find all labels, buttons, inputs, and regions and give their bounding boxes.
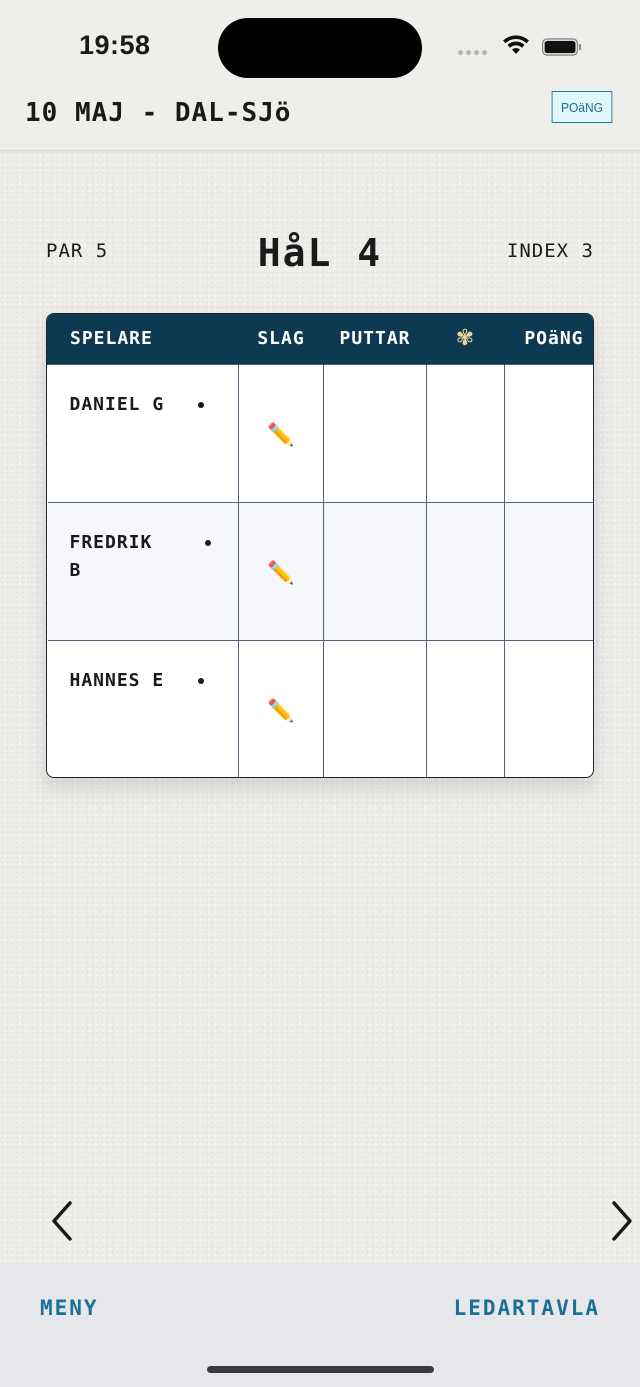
- score-table: SPELARE SLAG PUTTAR ✾ POäNG DANIEL G ✏️: [46, 313, 594, 778]
- strokes-cell[interactable]: ✏️: [238, 501, 324, 641]
- player-name: DANIEL G: [69, 393, 165, 415]
- bottom-bar: MENY LEDARTAVLA: [0, 1263, 640, 1387]
- column-header-putts: PUTTAR: [323, 314, 427, 364]
- app-header: 10 MAJ - DAL-SJö POäNG: [0, 90, 640, 151]
- points-cell: [504, 639, 593, 777]
- player-name: HANNES E: [69, 669, 165, 691]
- column-header-special: ✾: [426, 314, 505, 364]
- status-time: 19:58: [79, 30, 151, 60]
- table-row: FREDRIK B ✏️: [47, 501, 593, 641]
- pencil-icon[interactable]: ✏️: [267, 699, 294, 724]
- special-cell[interactable]: [426, 639, 505, 777]
- putts-cell[interactable]: [323, 639, 427, 777]
- pencil-icon[interactable]: ✏️: [267, 561, 294, 586]
- strokes-cell[interactable]: ✏️: [238, 363, 324, 503]
- round-title: 10 MAJ - DAL-SJö: [25, 98, 292, 128]
- special-cell[interactable]: [426, 363, 505, 503]
- player-status-dot: [204, 539, 211, 546]
- column-header-strokes: SLAG: [238, 314, 324, 364]
- putts-cell[interactable]: [323, 363, 427, 503]
- battery-icon: [542, 38, 582, 56]
- leaderboard-button[interactable]: LEDARTAVLA: [454, 1296, 600, 1320]
- previous-hole-arrow-icon[interactable]: [48, 1198, 78, 1244]
- cellular-signal-icon: [458, 50, 487, 55]
- status-bar: 19:58: [0, 0, 640, 90]
- menu-button[interactable]: MENY: [40, 1296, 99, 1320]
- player-status-dot: [197, 401, 204, 408]
- strokes-cell[interactable]: ✏️: [238, 639, 324, 777]
- column-header-points: POäNG: [504, 314, 593, 364]
- flower-icon: ✾: [455, 326, 476, 352]
- points-button[interactable]: POäNG: [551, 91, 613, 123]
- table-header-row: SPELARE SLAG PUTTAR ✾ POäNG: [47, 314, 593, 364]
- pencil-icon[interactable]: ✏️: [267, 423, 294, 448]
- player-cell[interactable]: HANNES E: [47, 639, 239, 777]
- points-cell: [504, 501, 593, 641]
- wifi-icon: [503, 35, 529, 54]
- hole-index: INDEX 3: [506, 240, 594, 262]
- points-cell: [504, 363, 593, 503]
- table-row: HANNES E ✏️: [47, 639, 593, 777]
- column-header-player: SPELARE: [47, 314, 239, 364]
- table-row: DANIEL G ✏️: [47, 363, 593, 503]
- next-hole-arrow-icon[interactable]: [606, 1198, 636, 1244]
- player-status-dot: [197, 677, 204, 684]
- putts-cell[interactable]: [323, 501, 427, 641]
- dynamic-island: [218, 18, 422, 78]
- special-cell[interactable]: [426, 501, 505, 641]
- player-name: FREDRIK B: [69, 531, 153, 581]
- home-indicator: [207, 1366, 434, 1373]
- player-cell[interactable]: FREDRIK B: [47, 501, 239, 641]
- player-cell[interactable]: DANIEL G: [47, 363, 239, 503]
